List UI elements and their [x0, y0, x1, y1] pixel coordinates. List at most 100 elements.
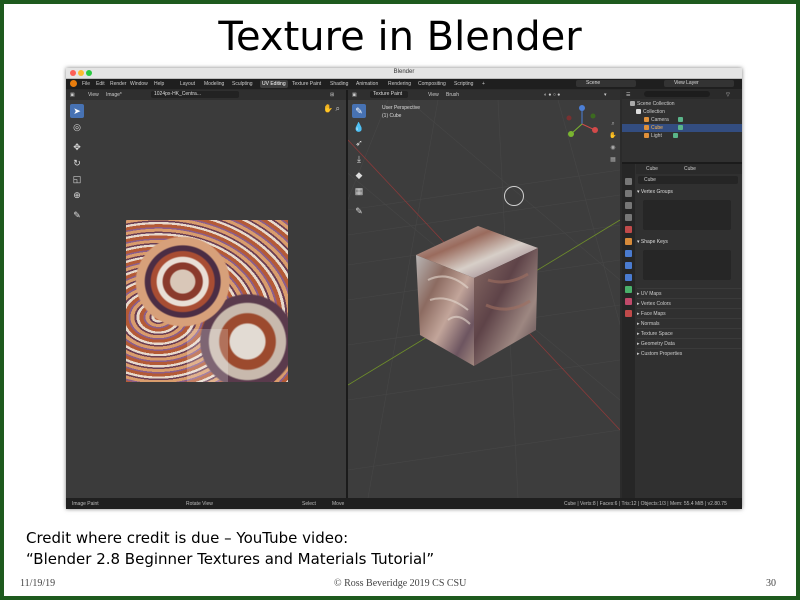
object-name-field[interactable]: Cube [638, 176, 738, 184]
uv-view-menu[interactable]: View [88, 92, 99, 98]
status-stats: Cube | Verts:8 | Faces:6 | Tris:12 | Obj… [564, 501, 727, 507]
shape-keys-panel[interactable]: ▾ Shape Keys [637, 238, 741, 247]
textured-cube[interactable] [408, 220, 548, 370]
status-image-paint: Image Paint [72, 501, 99, 507]
output-tab-icon[interactable] [625, 202, 632, 209]
tab-shading[interactable]: Shading [330, 81, 348, 87]
particles-tab-icon[interactable] [625, 262, 632, 269]
tab-sculpting[interactable]: Sculpting [232, 81, 253, 87]
tool-tab-icon[interactable] [625, 178, 632, 185]
menu-edit[interactable]: Edit [96, 81, 105, 87]
view-layer-tab-icon[interactable] [625, 214, 632, 221]
blender-window: Blender File Edit Render Window Help Lay… [66, 68, 742, 509]
3d-viewport[interactable]: ▣ Texture Paint View Brush ◐ ● ○ ● ▾ ✎ 💧… [348, 90, 620, 498]
tab-modeling[interactable]: Modeling [204, 81, 224, 87]
scale-icon[interactable]: ◱ [70, 172, 84, 186]
scene-tab-icon[interactable] [625, 226, 632, 233]
scene-selector[interactable]: Scene [576, 80, 636, 87]
uv-editor-header: ▣ View Image* 1024px-HK_Centra... ⊞ [66, 90, 346, 100]
window-titlebar: Blender [66, 68, 742, 79]
mask-icon[interactable]: ▦ [352, 184, 366, 198]
editor-type-icon[interactable]: ▣ [70, 92, 75, 98]
camera-view-icon[interactable]: ◉ [608, 142, 618, 154]
vertex-groups-panel[interactable]: ▾ Vertex Groups [637, 188, 741, 197]
outliner-item-camera[interactable]: Camera ◉ [622, 116, 742, 124]
mesh-breadcrumb: Cube [684, 166, 696, 172]
image-name-field[interactable]: 1024px-HK_Centra... [151, 91, 239, 98]
modifier-tab-icon[interactable] [625, 250, 632, 257]
tab-uv-editing[interactable]: UV Editing [260, 80, 288, 88]
credit-line-2: “Blender 2.8 Beginner Textures and Mater… [26, 550, 435, 568]
zoom-view-icon[interactable]: ⌕ [608, 118, 618, 130]
texture-tab-icon[interactable] [625, 310, 632, 317]
cursor-icon[interactable]: ◎ [70, 120, 84, 134]
gizmo-toggle-icon[interactable]: ⊞ [330, 92, 334, 98]
vertex-groups-list[interactable] [643, 200, 731, 230]
tab-scripting[interactable]: Scripting [454, 81, 473, 87]
slide-title: Texture in Blender [218, 14, 582, 60]
shading-options-icon[interactable]: ▾ [604, 92, 607, 98]
shape-keys-list[interactable] [643, 250, 731, 280]
select-icon[interactable]: ➤ [70, 104, 84, 118]
topbar: File Edit Render Window Help Layout Mode… [66, 79, 742, 89]
menu-window[interactable]: Window [130, 81, 148, 87]
outliner-item-cube[interactable]: Cube ◉ [622, 124, 742, 132]
camera-icon [644, 117, 649, 123]
move-icon[interactable]: ✥ [70, 140, 84, 154]
shading-mode-icons[interactable]: ◐ ● ○ ● [544, 92, 560, 98]
light-icon [644, 133, 649, 139]
properties-editor: Cube Cube Cube ▾ Vertex Groups ▾ Shape K… [622, 164, 742, 498]
filter-icon[interactable]: ▽ [726, 92, 730, 98]
outliner-scene-collection[interactable]: Scene Collection [622, 100, 742, 108]
transform-icon[interactable]: ⊕ [70, 188, 84, 202]
status-rotate-view: Rotate View [186, 501, 213, 507]
viewport-view-menu[interactable]: View [428, 92, 439, 98]
navigation-gizmo[interactable] [562, 104, 602, 144]
perspective-toggle-icon[interactable]: ▦ [608, 154, 618, 166]
mesh-data-tab-icon[interactable] [625, 286, 632, 293]
panel-custom-properties[interactable]: ▸ Custom Properties [637, 348, 741, 359]
uv-nav-icons: ✋ ⌕ [323, 104, 340, 114]
mode-selector[interactable]: Texture Paint [370, 91, 408, 98]
add-workspace-icon[interactable]: + [482, 81, 485, 87]
collection-icon [630, 101, 635, 107]
outliner-item-light[interactable]: Light ◉ [622, 132, 742, 140]
viewport-editor-type-icon[interactable]: ▣ [352, 92, 357, 98]
uv-image-menu[interactable]: Image* [106, 92, 122, 98]
smear-icon[interactable]: ➶ [352, 136, 366, 150]
tab-layout[interactable]: Layout [180, 81, 195, 87]
outliner-type-icon[interactable]: ☰ [626, 92, 630, 98]
annotate-icon[interactable]: ✎ [70, 208, 84, 222]
footer-page-number: 30 [766, 578, 776, 589]
outliner-item-collection[interactable]: Collection ◉ [622, 108, 742, 116]
object-tab-icon[interactable] [625, 238, 632, 245]
view-layer-selector[interactable]: View Layer [664, 80, 734, 87]
soften-icon[interactable]: 💧 [352, 120, 366, 134]
tab-rendering[interactable]: Rendering [388, 81, 411, 87]
blender-logo-icon[interactable] [70, 80, 77, 87]
viewport-brush-menu[interactable]: Brush [446, 92, 459, 98]
material-tab-icon[interactable] [625, 298, 632, 305]
tab-compositing[interactable]: Compositing [418, 81, 446, 87]
menu-render[interactable]: Render [110, 81, 126, 87]
menu-file[interactable]: File [82, 81, 90, 87]
zoom-icon[interactable]: ⌕ [336, 104, 340, 113]
brush-icon[interactable]: ✎ [352, 104, 366, 118]
fill-icon[interactable]: ◆ [352, 168, 366, 182]
physics-tab-icon[interactable] [625, 274, 632, 281]
render-tab-icon[interactable] [625, 190, 632, 197]
rotate-icon[interactable]: ↻ [70, 156, 84, 170]
clone-icon[interactable]: ⤓ [352, 152, 366, 166]
pan-view-icon[interactable]: ✋ [608, 130, 618, 142]
footer-copyright: © Ross Beveridge 2019 CS CSU [334, 578, 467, 589]
collection-icon [636, 109, 641, 115]
annotate-viewport-icon[interactable]: ✎ [352, 204, 366, 218]
3d-cursor[interactable] [504, 186, 524, 206]
hand-icon[interactable]: ✋ [323, 104, 333, 113]
uv-island-selection[interactable] [187, 329, 228, 382]
tab-animation[interactable]: Animation [356, 81, 378, 87]
outliner-search-input[interactable] [644, 91, 710, 97]
menu-help[interactable]: Help [154, 81, 164, 87]
status-select: Select [302, 501, 316, 507]
tab-texture-paint[interactable]: Texture Paint [292, 81, 321, 87]
